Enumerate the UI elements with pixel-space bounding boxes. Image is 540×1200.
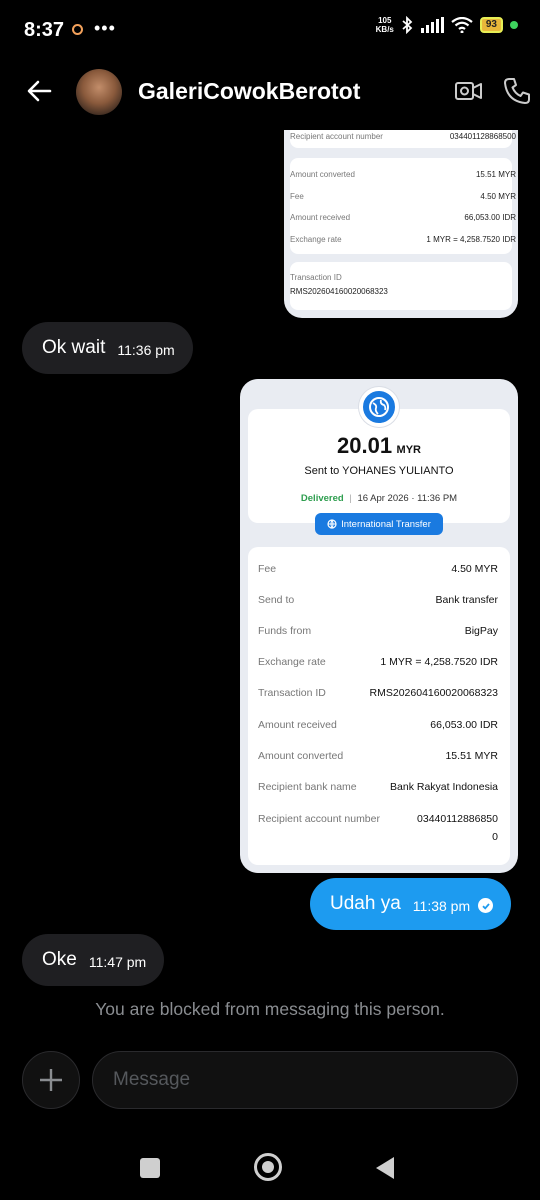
receipt-label: Exchange rate: [290, 235, 342, 244]
detail-row: Send to Bank transfer: [258, 594, 498, 606]
detail-value: 4.50 MYR: [451, 563, 498, 575]
message-text: Ok wait: [42, 337, 106, 358]
international-transfer-badge: International Transfer: [315, 513, 443, 535]
add-attachment-button[interactable]: [22, 1051, 80, 1109]
receipt-value: 034401128868500: [449, 132, 516, 141]
detail-row: Amount converted 15.51 MYR: [258, 750, 498, 762]
detail-row: Funds from BigPay: [258, 625, 498, 637]
detail-value: 1 MYR = 4,258.7520 IDR: [380, 656, 498, 668]
amount-value: 20.01: [337, 433, 393, 458]
message-bubble-incoming[interactable]: Ok wait 11:36 pm: [22, 322, 193, 374]
transaction-id-value: RMS202604160020068323: [290, 287, 388, 296]
detail-label: Transaction ID: [258, 687, 326, 699]
receipt-details-panel: Fee 4.50 MYR Send to Bank transfer Funds f…: [248, 547, 510, 865]
network-speed: 105 KB/s: [376, 16, 394, 34]
detail-label: Funds from: [258, 625, 312, 637]
privacy-dot-icon: [510, 21, 518, 29]
detail-row: Exchange rate 1 MYR = 4,258.7520 IDR: [258, 656, 498, 668]
video-camera-icon[interactable]: [454, 76, 484, 106]
message-input[interactable]: [92, 1051, 518, 1109]
receipt-label: Amount converted: [290, 170, 355, 179]
read-check-icon: [478, 898, 494, 913]
message-text: Oke: [42, 949, 77, 970]
receipt-image-main[interactable]: 20.01 MYR Sent to YOHANES YULIANTO Deliv…: [240, 379, 518, 873]
badge-label: International Transfer: [341, 518, 431, 530]
back-icon[interactable]: [376, 1157, 394, 1179]
receipt-row: Recipient account number 034401128868500: [290, 132, 516, 141]
recents-icon[interactable]: [140, 1158, 160, 1178]
detail-label: Amount converted: [258, 750, 344, 762]
contact-name[interactable]: GaleriCowokBerotot: [138, 78, 360, 105]
phone-icon[interactable]: [502, 76, 532, 106]
detail-row: Amount received 66,053.00 IDR: [258, 719, 498, 731]
receipt-row: Amount converted 15.51 MYR: [290, 170, 516, 179]
detail-value: 15.51 MYR: [445, 750, 498, 762]
detail-value: Bank Rakyat Indonesia: [390, 781, 498, 793]
receipt-value: 1 MYR = 4,258.7520 IDR: [426, 235, 516, 244]
receipt-label: Recipient account number: [290, 132, 383, 141]
receipt-row: Exchange rate 1 MYR = 4,258.7520 IDR: [290, 235, 516, 244]
detail-value: BigPay: [464, 625, 498, 637]
receipt-row: Amount received 66,053.00 IDR: [290, 213, 516, 222]
signal-icon: [420, 17, 444, 33]
message-text: Udah ya: [330, 893, 401, 914]
avatar[interactable]: [76, 69, 122, 115]
receipt-value: 4.50 MYR: [480, 192, 516, 201]
alarm-icon: [72, 24, 83, 35]
detail-row: Recipient bank name Bank Rakyat Indonesia: [258, 781, 498, 793]
receipt-value: 66,053.00 IDR: [464, 213, 516, 222]
amount-currency: MYR: [396, 444, 421, 456]
home-icon[interactable]: [254, 1153, 282, 1181]
bluetooth-icon: [402, 16, 413, 34]
globe-icon: [359, 387, 399, 427]
detail-label: Exchange rate: [258, 656, 326, 668]
system-nav-bar: [0, 1140, 540, 1200]
detail-label: Recipient account number: [258, 813, 380, 825]
message-time: 11:38 pm: [412, 898, 471, 914]
detail-row: Recipient account number 03440112886850: [258, 813, 498, 825]
clock: 8:37: [24, 19, 65, 41]
detail-row: Transaction ID RMS202604160020068323: [258, 687, 498, 699]
detail-value: RMS202604160020068323: [369, 687, 498, 699]
transfer-datetime: 16 Apr 2026 · 11:36 PM: [357, 493, 458, 504]
message-bubble-incoming[interactable]: Oke 11:47 pm: [22, 934, 165, 986]
status-bar: 8:37 ••• 105 KB/s 93: [0, 0, 540, 60]
detail-value: 03440112886850: [417, 813, 498, 825]
detail-label: Fee: [258, 563, 277, 575]
detail-row-wrap: 0: [258, 831, 498, 843]
receipt-value: 15.51 MYR: [475, 170, 516, 179]
detail-value: 66,053.00 IDR: [430, 719, 498, 731]
receipt-row: Fee 4.50 MYR: [290, 192, 516, 201]
message-time: 11:36 pm: [117, 342, 175, 358]
back-arrow-icon[interactable]: [24, 76, 54, 106]
chat-header: GaleriCowokBerotot: [0, 60, 540, 124]
receipt-panel: [290, 262, 512, 310]
network-speed-value: 105: [378, 16, 392, 25]
detail-label: Send to: [258, 594, 295, 606]
transfer-amount: 20.01 MYR: [240, 433, 518, 459]
message-time: 11:47 pm: [88, 954, 147, 970]
status-badge: Delivered: [300, 493, 344, 504]
detail-label: Recipient bank name: [258, 781, 357, 793]
sent-to-label: Sent to YOHANES YULIANTO: [304, 465, 454, 477]
battery-indicator: 93: [479, 17, 503, 33]
plus-icon: [40, 1069, 62, 1091]
detail-value: 0: [492, 831, 498, 843]
message-bubble-outgoing[interactable]: Udah ya 11:38 pm: [310, 878, 512, 930]
receipt-label: Fee: [290, 192, 304, 201]
detail-label: Amount received: [258, 719, 337, 731]
more-notifications-icon: •••: [94, 18, 116, 38]
transaction-id-label: Transaction ID: [290, 273, 342, 282]
detail-row: Fee 4.50 MYR: [258, 563, 498, 575]
transfer-status: Delivered | 16 Apr 2026 · 11:36 PM: [240, 493, 518, 504]
network-speed-unit: KB/s: [375, 25, 394, 34]
receipt-label: Amount received: [290, 213, 351, 222]
detail-value: Bank transfer: [435, 594, 498, 606]
wifi-icon: [451, 17, 473, 33]
blocked-notice: You are blocked from messaging this pers…: [95, 999, 445, 1019]
globe-small-icon: [327, 519, 337, 529]
status-icons: 105 KB/s 93: [376, 16, 518, 34]
status-separator: |: [349, 493, 352, 504]
